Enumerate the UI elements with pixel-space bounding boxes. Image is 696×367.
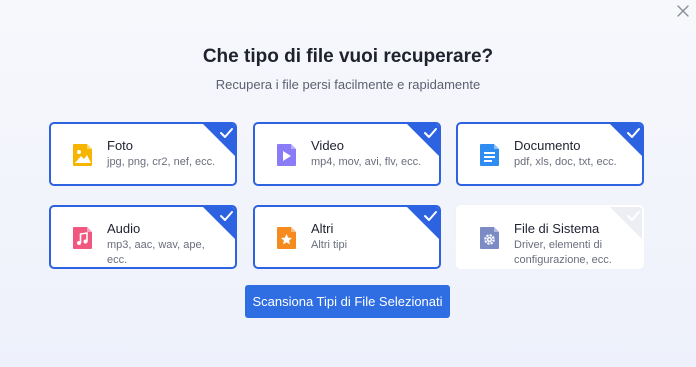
card-file-di-sistema[interactable]: File di Sistema Driver, elementi di conf… <box>456 205 644 269</box>
check-icon <box>407 124 439 156</box>
card-description: jpg, png, cr2, nef, ecc. <box>107 156 216 168</box>
card-audio[interactable]: Audio mp3, aac, wav, ape, ecc. <box>49 205 237 269</box>
card-description: Altri tipi <box>311 239 348 251</box>
music-icon <box>73 227 92 249</box>
card-documento[interactable]: Documento pdf, xls, doc, txt, ecc. <box>456 122 644 186</box>
dialog-title: Che tipo di file vuoi recuperare? <box>202 46 494 67</box>
dialog-subtitle: Recupera i file persi facilmente e rapid… <box>215 77 481 92</box>
image-icon <box>73 144 92 166</box>
check-icon <box>203 207 235 239</box>
card-altri[interactable]: Altri Altri tipi <box>253 205 441 269</box>
check-icon <box>203 124 235 156</box>
card-foto[interactable]: Foto jpg, png, cr2, nef, ecc. <box>49 122 237 186</box>
card-description: mp3, aac, wav, ape, ecc. <box>107 239 205 266</box>
gear-file-icon <box>480 227 499 249</box>
close-button[interactable] <box>675 3 691 19</box>
check-icon <box>610 207 642 239</box>
card-video[interactable]: Video mp4, mov, avi, flv, ecc. <box>253 122 441 186</box>
card-description: pdf, xls, doc, txt, ecc. <box>514 156 617 168</box>
card-description: Driver, elementi di configurazione, ecc. <box>514 239 612 266</box>
check-icon <box>610 124 642 156</box>
scan-selected-button[interactable]: Scansiona Tipi di File Selezionati <box>245 285 450 318</box>
star-file-icon <box>277 227 296 249</box>
card-description: mp4, mov, avi, flv, ecc. <box>311 156 422 168</box>
check-icon <box>407 207 439 239</box>
document-icon <box>480 144 499 166</box>
close-icon <box>677 5 689 17</box>
video-icon <box>277 144 296 166</box>
